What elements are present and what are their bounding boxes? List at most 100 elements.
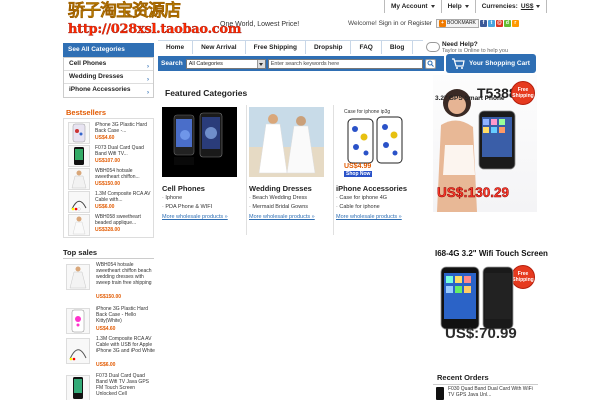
product-thumbnail xyxy=(68,122,90,144)
free-shipping-badge: Free Shipping xyxy=(511,81,535,105)
chevron-down-icon xyxy=(536,5,541,8)
nav-dropship[interactable]: Dropship xyxy=(306,41,352,54)
category-name[interactable]: Cell Phones xyxy=(162,184,205,193)
featured-iphone-accessories: Case for iphone ip3g US$4.99 Shop Now iP… xyxy=(336,107,424,237)
list-item[interactable]: F073 Dual Card Quad Band Wifi TV... US$1… xyxy=(68,145,154,167)
nav-new-arrival[interactable]: New Arrival xyxy=(193,41,246,54)
help-label: Help xyxy=(447,3,462,10)
subcategory-link[interactable]: Mermaid Bridal Gowns xyxy=(249,204,308,210)
category-label: iPhone Accessories xyxy=(69,86,131,93)
product-name: WBH058 sweetheart beaded applique... xyxy=(95,214,141,226)
list-item[interactable]: F030 Quad Band Dual Card With WiFi TV GP… xyxy=(433,386,538,400)
product-thumbnail xyxy=(66,338,90,364)
product-thumbnail xyxy=(66,375,90,400)
product-price: US$328.00 xyxy=(95,227,121,233)
subcategory-link[interactable]: Case for iphone 4G xyxy=(336,195,387,201)
rss-icon[interactable]: r xyxy=(511,20,519,27)
category-name[interactable]: iPhone Accessories xyxy=(336,184,407,193)
product-price: US$4.60 xyxy=(95,135,115,141)
search-button[interactable] xyxy=(424,58,436,69)
product-name: F030 Quad Band Dual Card With WiFi TV GP… xyxy=(448,386,533,398)
email-icon[interactable]: @ xyxy=(495,20,503,27)
logo-url-text: http://028xsl.taobao.com xyxy=(68,22,242,37)
welcome-text: Welcome! xyxy=(348,20,377,27)
store-logo[interactable]: 骄子淘宝资源店 http://028xsl.taobao.com xyxy=(68,1,242,40)
promo-banner-t5388i[interactable]: T5388i 3.2" GPS Smart Phone Free Shipping… xyxy=(433,75,537,212)
bookmark-widget[interactable]: + BOOKMARK f t @ d r xyxy=(436,19,536,28)
top-menu: My Account Help Currencies: US$ xyxy=(384,0,548,13)
more-wholesale-link[interactable]: More wholesale products » xyxy=(162,214,228,220)
my-account-label: My Account xyxy=(391,3,428,10)
top-sales-title: Top sales xyxy=(63,248,154,259)
category-iphone-accessories[interactable]: iPhone Accessories › xyxy=(64,84,153,97)
product-name: F073 Dual Card Quad Band Wifi TV... xyxy=(95,145,144,157)
digg-icon[interactable]: d xyxy=(503,20,511,27)
help-menu[interactable]: Help xyxy=(442,0,476,13)
product-thumbnail xyxy=(68,214,90,236)
list-item[interactable]: WBH054 hotsale sweetheart chiffon beach … xyxy=(63,262,154,304)
divider xyxy=(246,105,247,235)
product-thumbnail xyxy=(66,264,90,290)
category-list: Cell Phones › Wedding Dresses › iPhone Acc… xyxy=(63,57,154,98)
product-name: WBH054 hotsale sweetheart chiffon beach … xyxy=(96,262,152,286)
image-caption: Case for iphone ip3g xyxy=(344,109,391,115)
category-label: Cell Phones xyxy=(69,60,107,67)
category-wedding-dresses[interactable]: Wedding Dresses › xyxy=(64,71,153,84)
chat-bubble-icon xyxy=(426,42,440,52)
currency-value: US$ xyxy=(520,3,534,10)
list-item[interactable]: iPhone 3G Plastic Hard Back Case - Hello… xyxy=(63,306,154,336)
logo-chinese-text: 骄子淘宝资源店 xyxy=(68,1,181,21)
nav-free-shipping[interactable]: Free Shipping xyxy=(246,41,306,54)
twitter-icon[interactable]: t xyxy=(487,20,495,27)
subcategory-link[interactable]: PDA Phone & WIFI xyxy=(162,204,212,210)
bookmark-button[interactable]: + BOOKMARK xyxy=(436,19,479,28)
subcategory-link[interactable]: Beach Wedding Dress xyxy=(249,195,307,201)
cell-phones-image[interactable] xyxy=(162,107,237,177)
facebook-icon[interactable]: f xyxy=(479,20,487,27)
product-price: US$150.00 xyxy=(96,294,122,300)
subcategory-link[interactable]: Cable for iphone xyxy=(336,204,379,210)
need-help-title: Need Help? xyxy=(442,40,478,48)
product-thumbnail xyxy=(68,145,90,167)
subcategory-link[interactable]: Iphone xyxy=(162,195,182,201)
search-bar: Search All Categories Enter search keywo… xyxy=(158,56,444,71)
list-item[interactable]: F073 Dual Card Quad Band Wifi TV Java GP… xyxy=(63,373,154,400)
category-label: Wedding Dresses xyxy=(69,73,124,80)
cart-label: Your Shopping Cart xyxy=(469,60,530,67)
product-name: 1.3M Composite RCA AV Cable with... xyxy=(95,191,151,203)
category-cell-phones[interactable]: Cell Phones › xyxy=(64,58,153,71)
shopping-cart-button[interactable]: Your Shopping Cart xyxy=(446,54,536,73)
product-price: US$6.00 xyxy=(95,204,115,210)
category-name[interactable]: Wedding Dresses xyxy=(249,184,312,193)
list-item[interactable]: WBH054 hotsale sweetheart chiffon... US$… xyxy=(68,168,154,190)
list-item[interactable]: 1.3M Composite RCA AV Cable with USB for… xyxy=(63,336,155,372)
see-all-categories[interactable]: See All Categories xyxy=(63,43,154,57)
product-name: WBH054 hotsale sweetheart chiffon... xyxy=(95,168,140,180)
more-wholesale-link[interactable]: More wholesale products » xyxy=(336,214,402,220)
shop-now-label[interactable]: Shop Now xyxy=(344,171,373,177)
nav-blog[interactable]: Blog xyxy=(382,41,414,54)
list-item[interactable]: 1.3M Composite RCA AV Cable with... US$6… xyxy=(68,191,154,213)
product-price: US$6.00 xyxy=(96,362,116,368)
banner-title: I68-4G 3.2" Wifi Touch Screen xyxy=(435,249,548,258)
wedding-dresses-image[interactable] xyxy=(249,107,324,177)
main-nav: Home New Arrival Free Shipping Dropship … xyxy=(158,40,423,54)
list-item[interactable]: WBH058 sweetheart beaded applique... US$… xyxy=(68,214,154,236)
nav-home[interactable]: Home xyxy=(158,41,194,54)
more-wholesale-link[interactable]: More wholesale products » xyxy=(249,214,315,220)
nav-faq[interactable]: FAQ xyxy=(351,41,382,54)
or-text: or xyxy=(400,20,407,27)
list-item[interactable]: iPhone 3G Plastic Hard Back Case -... US… xyxy=(68,122,154,144)
search-input[interactable]: Enter search keywords here xyxy=(267,58,423,69)
register-link[interactable]: Register xyxy=(408,20,432,27)
image-price: US$4.99 xyxy=(344,163,372,170)
search-category-select[interactable]: All Categories xyxy=(185,58,266,69)
badge-line2: Shipping xyxy=(512,93,534,99)
promo-banner-i68[interactable]: I68-4G 3.2" Wifi Touch Screen Free Shippi… xyxy=(433,245,548,355)
my-account-menu[interactable]: My Account xyxy=(385,0,442,13)
product-name: iPhone 3G Plastic Hard Back Case -... xyxy=(95,122,147,134)
sign-in-link[interactable]: Sign in xyxy=(379,20,399,27)
divider xyxy=(333,105,334,235)
currency-menu[interactable]: Currencies: US$ xyxy=(476,0,548,13)
product-thumbnail xyxy=(436,387,444,400)
